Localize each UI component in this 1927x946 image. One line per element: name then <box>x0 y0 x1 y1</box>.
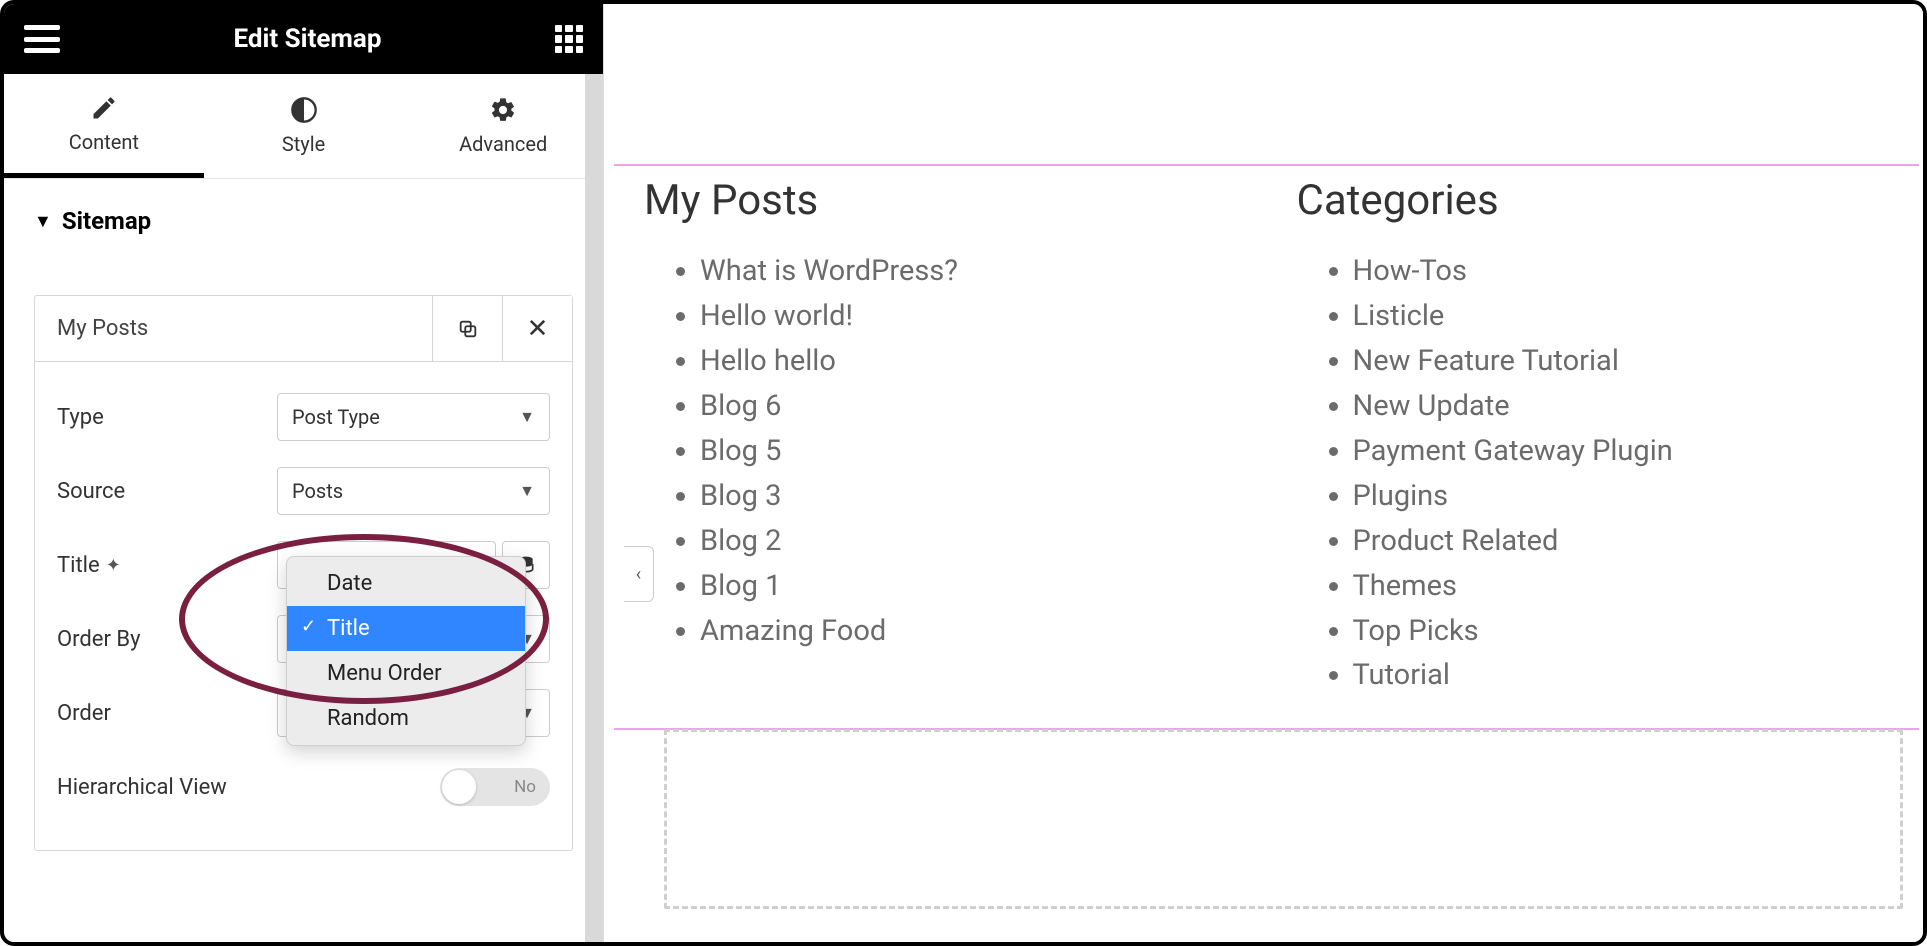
contrast-icon <box>290 96 318 124</box>
gear-icon <box>489 96 517 124</box>
toggle-hierarchical[interactable]: No <box>440 768 550 806</box>
app-frame: Edit Sitemap Content Style Advanced ▼ S <box>0 0 1927 946</box>
pencil-icon <box>90 94 118 122</box>
list-item[interactable]: Payment Gateway Plugin <box>1353 429 1890 474</box>
value-source: Posts <box>292 479 343 503</box>
field-hierarchical: Hierarchical View No <box>57 750 550 824</box>
toggle-knob <box>442 770 476 804</box>
list-item[interactable]: Blog 5 <box>700 429 1237 474</box>
close-icon: ✕ <box>527 314 549 344</box>
add-section-placeholder[interactable] <box>664 729 1903 909</box>
list-item[interactable]: New Update <box>1353 384 1890 429</box>
posts-list: What is WordPress? Hello world! Hello he… <box>644 249 1237 653</box>
list-item[interactable]: Hello world! <box>700 294 1237 339</box>
label-type: Type <box>57 405 277 430</box>
sitemap-column-posts: My Posts What is WordPress? Hello world!… <box>644 176 1237 698</box>
value-type: Post Type <box>292 405 380 429</box>
tab-style-label: Style <box>282 132 325 156</box>
label-title-text: Title <box>57 553 100 578</box>
list-item[interactable]: Listicle <box>1353 294 1890 339</box>
panel-header: Edit Sitemap <box>4 4 603 74</box>
list-item[interactable]: Hello hello <box>700 339 1237 384</box>
sitemap-column-categories: Categories How-Tos Listicle New Feature … <box>1297 176 1890 698</box>
label-order: Order <box>57 701 277 726</box>
list-item[interactable]: Plugins <box>1353 474 1890 519</box>
label-order-by: Order By <box>57 627 277 652</box>
panel-title: Edit Sitemap <box>234 24 382 54</box>
caret-down-icon: ▼ <box>34 211 52 232</box>
order-by-dropdown: Date Title Menu Order Random <box>286 556 526 746</box>
dropdown-option-menu-order[interactable]: Menu Order <box>287 651 525 696</box>
section-sitemap-toggle[interactable]: ▼ Sitemap <box>34 207 573 235</box>
list-item[interactable]: Top Picks <box>1353 609 1890 654</box>
card-title[interactable]: My Posts <box>35 296 432 361</box>
toggle-label: No <box>514 777 536 797</box>
list-item[interactable]: Themes <box>1353 564 1890 609</box>
field-type: Type Post Type ▼ <box>57 380 550 454</box>
tab-content-label: Content <box>69 130 139 154</box>
field-source: Source Posts ▼ <box>57 454 550 528</box>
chevron-down-icon: ▼ <box>519 407 535 427</box>
list-item[interactable]: Blog 1 <box>700 564 1237 609</box>
label-hierarchical: Hierarchical View <box>57 775 357 800</box>
categories-list: How-Tos Listicle New Feature Tutorial Ne… <box>1297 249 1890 698</box>
card-header: My Posts ✕ <box>35 296 572 362</box>
dropdown-option-title[interactable]: Title <box>287 606 525 651</box>
sitemap-widget[interactable]: ‹ My Posts What is WordPress? Hello worl… <box>614 164 1919 730</box>
list-item[interactable]: What is WordPress? <box>700 249 1237 294</box>
apps-icon[interactable] <box>555 25 583 53</box>
copy-icon <box>457 318 479 340</box>
list-item[interactable]: Product Related <box>1353 519 1890 564</box>
dropdown-option-date[interactable]: Date <box>287 561 525 606</box>
label-source: Source <box>57 479 277 504</box>
list-item[interactable]: New Feature Tutorial <box>1353 339 1890 384</box>
dropdown-option-random[interactable]: Random <box>287 696 525 741</box>
tab-advanced[interactable]: Advanced <box>403 74 603 178</box>
editor-panel: Edit Sitemap Content Style Advanced ▼ S <box>4 4 604 942</box>
list-item[interactable]: Blog 3 <box>700 474 1237 519</box>
remove-button[interactable]: ✕ <box>502 296 572 361</box>
column-heading: Categories <box>1297 176 1890 225</box>
select-source[interactable]: Posts ▼ <box>277 467 550 515</box>
tab-style[interactable]: Style <box>204 74 404 178</box>
ai-sparkle-icon: ✦ <box>106 555 121 576</box>
tabs: Content Style Advanced <box>4 74 603 179</box>
section-title-text: Sitemap <box>62 207 151 235</box>
tab-advanced-label: Advanced <box>459 132 547 156</box>
column-heading: My Posts <box>644 176 1237 225</box>
tab-content[interactable]: Content <box>4 74 204 178</box>
select-type[interactable]: Post Type ▼ <box>277 393 550 441</box>
list-item[interactable]: Blog 6 <box>700 384 1237 429</box>
list-item[interactable]: Amazing Food <box>700 609 1237 654</box>
list-item[interactable]: How-Tos <box>1353 249 1890 294</box>
collapse-panel-button[interactable]: ‹ <box>624 546 654 602</box>
list-item[interactable]: Blog 2 <box>700 519 1237 564</box>
duplicate-button[interactable] <box>432 296 502 361</box>
chevron-down-icon: ▼ <box>519 481 535 501</box>
menu-icon[interactable] <box>24 25 60 53</box>
label-title: Title ✦ <box>57 553 277 578</box>
chevron-left-icon: ‹ <box>636 564 641 585</box>
list-item[interactable]: Tutorial <box>1353 653 1890 698</box>
preview-canvas: ‹ My Posts What is WordPress? Hello worl… <box>604 4 1923 942</box>
